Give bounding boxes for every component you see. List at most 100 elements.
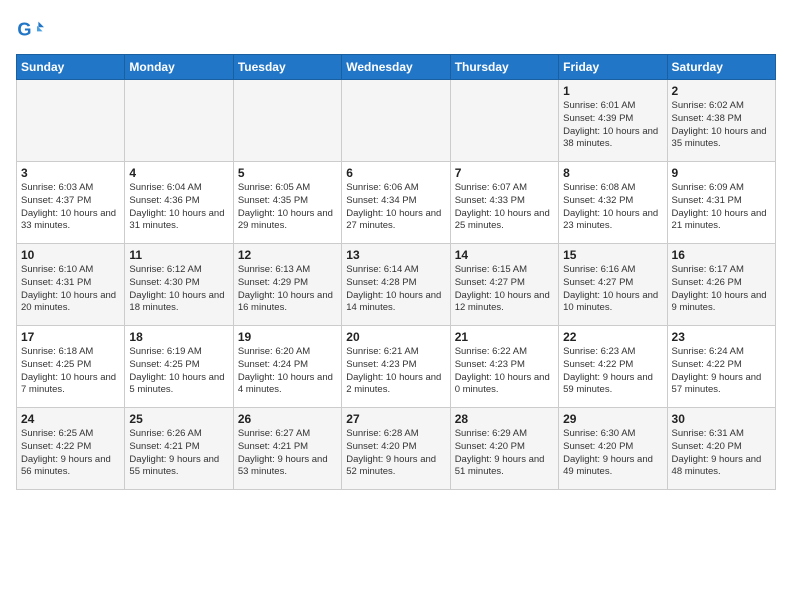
day-cell: 28 Sunrise: 6:29 AM Sunset: 4:20 PM Dayli… [450,408,558,490]
calendar-table: SundayMondayTuesdayWednesdayThursdayFrid… [16,54,776,490]
day-info: Sunrise: 6:16 AM Sunset: 4:27 PM Dayligh… [563,264,662,315]
day-number: 6 [346,166,445,180]
day-info: Sunrise: 6:07 AM Sunset: 4:33 PM Dayligh… [455,182,554,233]
day-number: 29 [563,412,662,426]
day-info: Sunrise: 6:04 AM Sunset: 4:36 PM Dayligh… [129,182,228,233]
day-cell: 14 Sunrise: 6:15 AM Sunset: 4:27 PM Dayli… [450,244,558,326]
header-sunday: Sunday [17,55,125,80]
day-number: 10 [21,248,120,262]
day-info: Sunrise: 6:22 AM Sunset: 4:23 PM Dayligh… [455,346,554,397]
header-wednesday: Wednesday [342,55,450,80]
day-info: Sunrise: 6:29 AM Sunset: 4:20 PM Dayligh… [455,428,554,479]
day-cell: 27 Sunrise: 6:28 AM Sunset: 4:20 PM Dayli… [342,408,450,490]
day-cell [233,80,341,162]
day-cell: 18 Sunrise: 6:19 AM Sunset: 4:25 PM Dayli… [125,326,233,408]
day-info: Sunrise: 6:17 AM Sunset: 4:26 PM Dayligh… [672,264,771,315]
logo-icon: G [16,16,44,44]
day-info: Sunrise: 6:13 AM Sunset: 4:29 PM Dayligh… [238,264,337,315]
day-cell: 20Sunrise: 6:21 AM Sunset: 4:23 PM Dayli… [342,326,450,408]
day-number: 8 [563,166,662,180]
header-saturday: Saturday [667,55,775,80]
day-cell: 15 Sunrise: 6:16 AM Sunset: 4:27 PM Dayli… [559,244,667,326]
day-number: 27 [346,412,445,426]
day-number: 1 [563,84,662,98]
header-tuesday: Tuesday [233,55,341,80]
page: G SundayMondayTuesdayWednesdayThursdayFr… [0,0,792,498]
day-cell: 24 Sunrise: 6:25 AM Sunset: 4:22 PM Dayli… [17,408,125,490]
day-number: 7 [455,166,554,180]
day-info: Sunrise: 6:12 AM Sunset: 4:30 PM Dayligh… [129,264,228,315]
day-number: 18 [129,330,228,344]
day-number: 14 [455,248,554,262]
day-number: 12 [238,248,337,262]
day-cell [17,80,125,162]
day-cell: 11 Sunrise: 6:12 AM Sunset: 4:30 PM Dayli… [125,244,233,326]
week-row-3: 17 Sunrise: 6:18 AM Sunset: 4:25 PM Dayli… [17,326,776,408]
day-info: Sunrise: 6:31 AM Sunset: 4:20 PM Dayligh… [672,428,771,479]
day-info: Sunrise: 6:02 AM Sunset: 4:38 PM Dayligh… [672,100,771,151]
week-row-1: 3Sunrise: 6:03 AM Sunset: 4:37 PM Daylig… [17,162,776,244]
day-info: Sunrise: 6:30 AM Sunset: 4:20 PM Dayligh… [563,428,662,479]
header-row: SundayMondayTuesdayWednesdayThursdayFrid… [17,55,776,80]
day-cell [125,80,233,162]
day-cell: 3Sunrise: 6:03 AM Sunset: 4:37 PM Daylig… [17,162,125,244]
header-friday: Friday [559,55,667,80]
header-thursday: Thursday [450,55,558,80]
day-number: 20 [346,330,445,344]
day-info: Sunrise: 6:27 AM Sunset: 4:21 PM Dayligh… [238,428,337,479]
day-cell: 30Sunrise: 6:31 AM Sunset: 4:20 PM Dayli… [667,408,775,490]
day-cell: 21 Sunrise: 6:22 AM Sunset: 4:23 PM Dayli… [450,326,558,408]
day-info: Sunrise: 6:18 AM Sunset: 4:25 PM Dayligh… [21,346,120,397]
day-cell: 22Sunrise: 6:23 AM Sunset: 4:22 PM Dayli… [559,326,667,408]
day-number: 22 [563,330,662,344]
day-info: Sunrise: 6:10 AM Sunset: 4:31 PM Dayligh… [21,264,120,315]
day-cell: 7 Sunrise: 6:07 AM Sunset: 4:33 PM Daylig… [450,162,558,244]
day-cell [450,80,558,162]
day-cell [342,80,450,162]
day-cell: 17 Sunrise: 6:18 AM Sunset: 4:25 PM Dayli… [17,326,125,408]
day-cell: 25 Sunrise: 6:26 AM Sunset: 4:21 PM Dayli… [125,408,233,490]
day-info: Sunrise: 6:05 AM Sunset: 4:35 PM Dayligh… [238,182,337,233]
day-info: Sunrise: 6:20 AM Sunset: 4:24 PM Dayligh… [238,346,337,397]
day-number: 23 [672,330,771,344]
svg-text:G: G [17,20,31,40]
day-cell: 5 Sunrise: 6:05 AM Sunset: 4:35 PM Daylig… [233,162,341,244]
day-number: 9 [672,166,771,180]
day-cell: 26 Sunrise: 6:27 AM Sunset: 4:21 PM Dayli… [233,408,341,490]
week-row-2: 10 Sunrise: 6:10 AM Sunset: 4:31 PM Dayli… [17,244,776,326]
day-number: 24 [21,412,120,426]
day-number: 17 [21,330,120,344]
day-cell: 2Sunrise: 6:02 AM Sunset: 4:38 PM Daylig… [667,80,775,162]
day-cell: 10 Sunrise: 6:10 AM Sunset: 4:31 PM Dayli… [17,244,125,326]
week-row-0: 1Sunrise: 6:01 AM Sunset: 4:39 PM Daylig… [17,80,776,162]
day-info: Sunrise: 6:14 AM Sunset: 4:28 PM Dayligh… [346,264,445,315]
header-monday: Monday [125,55,233,80]
day-number: 19 [238,330,337,344]
day-number: 25 [129,412,228,426]
day-number: 4 [129,166,228,180]
day-info: Sunrise: 6:03 AM Sunset: 4:37 PM Dayligh… [21,182,120,233]
day-number: 15 [563,248,662,262]
day-cell: 16 Sunrise: 6:17 AM Sunset: 4:26 PM Dayli… [667,244,775,326]
day-info: Sunrise: 6:28 AM Sunset: 4:20 PM Dayligh… [346,428,445,479]
day-cell: 4 Sunrise: 6:04 AM Sunset: 4:36 PM Daylig… [125,162,233,244]
day-cell: 12 Sunrise: 6:13 AM Sunset: 4:29 PM Dayli… [233,244,341,326]
day-number: 26 [238,412,337,426]
day-number: 11 [129,248,228,262]
day-cell: 19 Sunrise: 6:20 AM Sunset: 4:24 PM Dayli… [233,326,341,408]
day-number: 16 [672,248,771,262]
day-number: 28 [455,412,554,426]
day-cell: 8 Sunrise: 6:08 AM Sunset: 4:32 PM Daylig… [559,162,667,244]
day-info: Sunrise: 6:15 AM Sunset: 4:27 PM Dayligh… [455,264,554,315]
day-info: Sunrise: 6:25 AM Sunset: 4:22 PM Dayligh… [21,428,120,479]
day-info: Sunrise: 6:24 AM Sunset: 4:22 PM Dayligh… [672,346,771,397]
header: G [16,16,776,44]
day-info: Sunrise: 6:26 AM Sunset: 4:21 PM Dayligh… [129,428,228,479]
day-cell: 9Sunrise: 6:09 AM Sunset: 4:31 PM Daylig… [667,162,775,244]
day-info: Sunrise: 6:08 AM Sunset: 4:32 PM Dayligh… [563,182,662,233]
day-number: 21 [455,330,554,344]
day-number: 5 [238,166,337,180]
day-info: Sunrise: 6:19 AM Sunset: 4:25 PM Dayligh… [129,346,228,397]
day-cell: 13Sunrise: 6:14 AM Sunset: 4:28 PM Dayli… [342,244,450,326]
day-info: Sunrise: 6:06 AM Sunset: 4:34 PM Dayligh… [346,182,445,233]
